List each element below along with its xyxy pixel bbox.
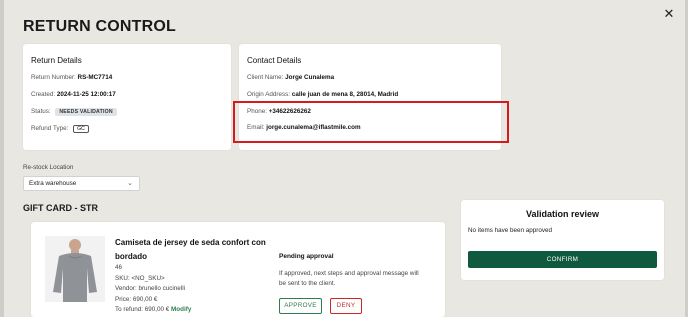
section-title: GIFT CARD - STR <box>23 203 98 213</box>
return-number-label: Return Number: <box>31 74 76 81</box>
refund-label: To refund: <box>115 306 144 313</box>
return-number-value: RS-MC7714 <box>77 74 113 81</box>
product-name-line2: bordado <box>115 252 147 261</box>
sweater-icon <box>45 236 105 302</box>
created-row: Created: 2024-11-25 12:00:17 <box>31 91 116 98</box>
product-name-line1: Camiseta de jersey de seda confort con <box>115 238 266 247</box>
status-badge: NEEDS VALIDATION <box>55 108 117 116</box>
approval-text-line1: If approved, next steps and approval mes… <box>279 270 419 277</box>
product-refund-row: To refund: 690,00 € Modify <box>115 306 191 313</box>
confirm-button[interactable]: CONFIRM <box>468 251 657 268</box>
validation-message: No items have been approved <box>468 227 553 234</box>
created-value: 2024-11-25 12:00:17 <box>56 91 116 98</box>
product-size: 46 <box>115 264 123 271</box>
approval-text-line2: be sent to the client. <box>279 280 336 287</box>
chevron-down-icon: ⌄ <box>127 180 133 187</box>
return-number-row: Return Number: RS-MC7714 <box>31 74 112 81</box>
refund-type-label: Refund Type: <box>31 125 69 132</box>
close-icon[interactable]: ✕ <box>663 7 675 20</box>
window-left-edge <box>0 0 4 317</box>
product-sku: SKU: <NO_SKU> <box>115 275 165 282</box>
status-label: Status: <box>31 108 51 115</box>
refund-type-row: Refund Type: GC <box>31 125 89 133</box>
modify-link[interactable]: Modify <box>171 306 191 313</box>
origin-address-row: Origin Address: calle juan de mena 8, 28… <box>247 91 398 98</box>
return-details-card: Return Details Return Number: RS-MC7714 … <box>23 44 231 150</box>
client-name-value: Jorge Cunalema <box>285 74 335 81</box>
modal-title: RETURN CONTROL <box>23 18 177 35</box>
return-details-heading: Return Details <box>31 56 82 65</box>
approve-button[interactable]: APPROVE <box>279 298 322 314</box>
product-vendor: Vendor: brunello cucinelli <box>115 285 186 292</box>
product-price: Price: 690,00 € <box>115 296 158 303</box>
deny-button[interactable]: DENY <box>330 298 362 314</box>
product-image <box>45 236 105 302</box>
refund-value: 690,00 € <box>144 306 170 313</box>
highlight-box <box>233 101 509 143</box>
created-label: Created: <box>31 91 56 98</box>
contact-details-heading: Contact Details <box>247 56 302 65</box>
client-name-label: Client Name: <box>247 74 284 81</box>
restock-select[interactable]: Extra warehouse ⌄ <box>23 176 140 191</box>
validation-review-card: Validation review No items have been app… <box>461 200 664 280</box>
validation-heading: Validation review <box>525 209 600 219</box>
restock-select-value: Extra warehouse <box>29 180 77 187</box>
client-name-row: Client Name: Jorge Cunalema <box>247 74 334 81</box>
pending-approval-heading: Pending approval <box>279 253 334 260</box>
status-row: Status: NEEDS VALIDATION <box>31 108 117 116</box>
origin-address-label: Origin Address: <box>247 91 291 98</box>
origin-address-value: calle juan de mena 8, 28014, Madrid <box>291 91 399 98</box>
refund-type-badge: GC <box>73 125 89 133</box>
restock-label: Re-stock Location <box>23 164 74 171</box>
